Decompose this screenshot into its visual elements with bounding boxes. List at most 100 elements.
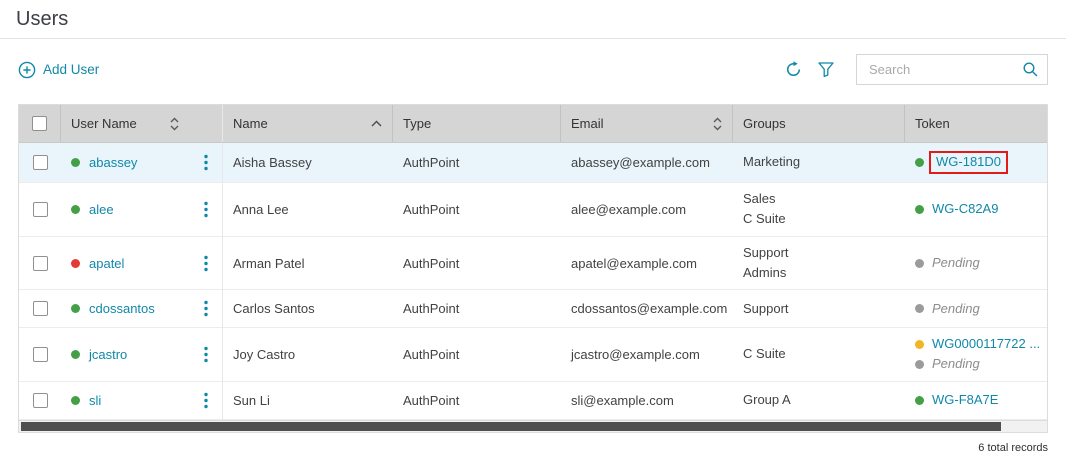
sort-ascending-icon[interactable] xyxy=(371,120,382,127)
filter-icon[interactable] xyxy=(818,62,834,77)
token-status-dot xyxy=(915,205,924,214)
username-link[interactable]: apatel xyxy=(89,256,124,271)
token-cell: WG-C82A9 xyxy=(905,183,1047,236)
add-user-button[interactable]: Add User xyxy=(18,61,99,79)
row-checkbox[interactable] xyxy=(33,202,48,217)
kebab-menu-icon[interactable] xyxy=(198,390,214,411)
name-cell: Sun Li xyxy=(223,382,393,419)
token-link-annotated[interactable]: WG-181D0 xyxy=(929,151,1008,174)
column-header-select xyxy=(19,105,61,142)
type-text: AuthPoint xyxy=(403,301,459,316)
search-input[interactable] xyxy=(867,61,1022,78)
page-header: Users xyxy=(0,0,1066,39)
row-menu-cell xyxy=(189,290,223,327)
group-name: C Suite xyxy=(743,346,786,363)
name-text: Arman Patel xyxy=(233,256,305,271)
row-checkbox[interactable] xyxy=(33,393,48,408)
sort-toggle-icon[interactable] xyxy=(170,117,179,131)
token-cell: WG0000117722 ... Pending xyxy=(905,328,1050,381)
select-all-checkbox[interactable] xyxy=(32,116,47,131)
token-link[interactable]: WG0000117722 ... xyxy=(932,336,1040,353)
email-text: apatel@example.com xyxy=(571,256,697,271)
column-header-name[interactable]: Name xyxy=(223,105,393,142)
name-cell: Arman Patel xyxy=(223,237,393,290)
token-link[interactable]: WG-F8A7E xyxy=(932,392,998,409)
column-header-email[interactable]: Email xyxy=(561,105,733,142)
email-cell: abassey@example.com xyxy=(561,143,733,182)
type-cell: AuthPoint xyxy=(393,143,561,182)
row-checkbox[interactable] xyxy=(33,347,48,362)
name-text: Joy Castro xyxy=(233,347,295,362)
table-row: apatel Arman Patel AuthPoint apatel@example… xyxy=(19,237,1047,291)
email-cell: alee@example.com xyxy=(561,183,733,236)
username-link[interactable]: alee xyxy=(89,202,114,217)
type-text: AuthPoint xyxy=(403,256,459,271)
kebab-menu-icon[interactable] xyxy=(198,199,214,220)
groups-cell: Support xyxy=(733,290,905,327)
column-header-token[interactable]: Token xyxy=(905,105,1047,142)
token-status-dot xyxy=(915,360,924,369)
name-text: Sun Li xyxy=(233,393,270,408)
kebab-menu-icon[interactable] xyxy=(198,152,214,173)
group-name: Marketing xyxy=(743,154,800,171)
total-records: 6 total records xyxy=(978,442,1048,454)
kebab-menu-icon[interactable] xyxy=(198,253,214,274)
username-link[interactable]: sli xyxy=(89,393,101,408)
type-text: AuthPoint xyxy=(403,393,459,408)
row-menu-cell xyxy=(189,382,223,419)
row-menu-cell xyxy=(189,183,223,236)
row-menu-cell xyxy=(189,237,223,290)
page-title: Users xyxy=(16,8,1050,31)
token-line: WG-F8A7E xyxy=(915,392,998,409)
groups-cell: C Suite xyxy=(733,328,905,381)
type-text: AuthPoint xyxy=(403,155,459,170)
username-link[interactable]: cdossantos xyxy=(89,301,155,316)
table-row: cdossantosCarlos SantosAuthPointcdossant… xyxy=(19,290,1047,328)
token-status-dot xyxy=(915,259,924,268)
user-status-dot xyxy=(71,158,80,167)
group-name: Admins xyxy=(743,265,786,282)
email-cell: jcastro@example.com xyxy=(561,328,733,381)
search-icon[interactable] xyxy=(1022,61,1039,78)
toolbar-right xyxy=(785,54,1048,85)
column-header-type[interactable]: Type xyxy=(393,105,561,142)
type-text: AuthPoint xyxy=(403,202,459,217)
horizontal-scrollbar[interactable] xyxy=(18,420,1048,433)
token-cell: Pending xyxy=(905,237,1047,290)
kebab-menu-icon[interactable] xyxy=(198,298,214,319)
token-line: WG-181D0 xyxy=(915,151,1008,174)
token-link[interactable]: WG-C82A9 xyxy=(932,201,998,218)
token-status-dot xyxy=(915,396,924,405)
scrollbar-thumb[interactable] xyxy=(21,422,1001,431)
username-link[interactable]: abassey xyxy=(89,155,137,170)
kebab-menu-icon[interactable] xyxy=(198,344,214,365)
token-pending-text: Pending xyxy=(932,356,980,373)
column-label: Type xyxy=(403,116,431,131)
name-cell: Carlos Santos xyxy=(223,290,393,327)
groups-cell: Support Admins xyxy=(733,237,905,290)
column-header-groups[interactable]: Groups xyxy=(733,105,905,142)
row-select-cell xyxy=(19,237,61,290)
users-page: Users Add User User NameNameTypeEm xyxy=(0,0,1066,454)
token-status-dot xyxy=(915,340,924,349)
row-select-cell xyxy=(19,328,61,381)
row-select-cell xyxy=(19,143,61,182)
username-cell: sli xyxy=(61,382,189,419)
type-cell: AuthPoint xyxy=(393,290,561,327)
sort-toggle-icon[interactable] xyxy=(713,117,722,131)
group-name: Support xyxy=(743,245,789,262)
table-row: jcastroJoy CastroAuthPointjcastro@exampl… xyxy=(19,328,1047,382)
groups-cell: SalesC Suite xyxy=(733,183,905,236)
row-checkbox[interactable] xyxy=(33,256,48,271)
column-label: Groups xyxy=(743,116,786,131)
row-menu-cell xyxy=(189,328,223,381)
column-header-menu xyxy=(189,105,223,142)
username-cell: jcastro xyxy=(61,328,189,381)
row-checkbox[interactable] xyxy=(33,301,48,316)
table-row: sliSun LiAuthPointsli@example.comGroup A… xyxy=(19,382,1047,420)
column-header-username[interactable]: User Name xyxy=(61,105,189,142)
username-link[interactable]: jcastro xyxy=(89,347,127,362)
user-status-dot xyxy=(71,350,80,359)
row-checkbox[interactable] xyxy=(33,155,48,170)
refresh-icon[interactable] xyxy=(785,61,802,78)
